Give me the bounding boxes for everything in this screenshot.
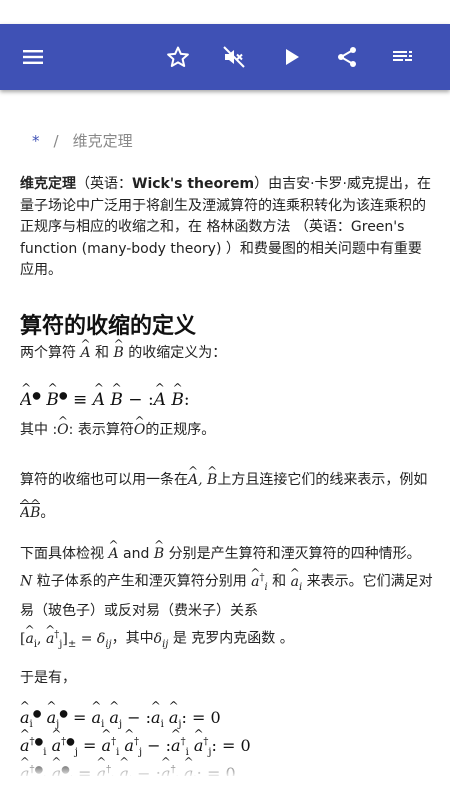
text-span: 其中 : bbox=[20, 422, 58, 438]
text-span: : 表示算符 bbox=[68, 422, 134, 438]
app-toolbar bbox=[0, 24, 450, 90]
playlist-icon[interactable] bbox=[381, 24, 425, 90]
text-span: 是 克罗内克函数 。 bbox=[172, 631, 294, 648]
text-span: 上方且连接它们的线来表示，例如 bbox=[217, 472, 428, 488]
text-span: 。 bbox=[40, 505, 55, 521]
definition-line: 两个算符 A 和 B 的收缩定义为： bbox=[20, 343, 435, 365]
text-span: 粒子体系的产生和湮灭算符分别用 bbox=[36, 573, 247, 590]
normal-order-line: 其中 :O: 表示算符O的正规序。 bbox=[20, 420, 435, 442]
hamburger-menu-icon[interactable] bbox=[11, 24, 55, 90]
breadcrumb-home-link[interactable]: * bbox=[32, 132, 40, 150]
intro-text-1: （英语： bbox=[76, 176, 132, 192]
english-term: Wick's theorem bbox=[132, 176, 255, 192]
text-span: ，其中 bbox=[111, 631, 154, 648]
text-span: 两个算符 bbox=[20, 345, 76, 361]
therefore-line: 于是有， bbox=[20, 670, 76, 686]
text-span: and bbox=[123, 546, 150, 562]
breadcrumb: * / 维克定理 bbox=[32, 130, 133, 151]
text-span: 的正规序。 bbox=[145, 422, 216, 438]
operators-paragraph: 下面具体检视 A and B 分别是产生算符和湮灭算符的四种情形。 N 粒子体系… bbox=[20, 542, 435, 657]
breadcrumb-current: 维克定理 bbox=[72, 132, 133, 150]
section-heading: 算符的收缩的定义 bbox=[20, 314, 197, 339]
play-icon[interactable] bbox=[269, 24, 313, 90]
text-span: 和 bbox=[272, 573, 287, 590]
status-bar bbox=[0, 0, 450, 24]
article-term: 维克定理 bbox=[20, 176, 76, 192]
star-icon[interactable] bbox=[156, 24, 200, 90]
text-span: 算符的收缩也可以用一条在 bbox=[20, 472, 188, 488]
article-content: * / 维克定理 维克定理（英语：Wick's theorem）由吉安·卡罗·威克提… bbox=[20, 90, 435, 776]
volume-off-icon[interactable] bbox=[212, 24, 256, 90]
text-span: 下面具体检视 bbox=[20, 546, 104, 562]
intro-paragraph: 维克定理（英语：Wick's theorem）由吉安·卡罗·威克提出，在量子场论… bbox=[20, 174, 435, 282]
contraction-formula: A● B● ≡ A B − :A B: bbox=[20, 390, 190, 410]
math-A: A bbox=[80, 345, 90, 361]
math-B: B bbox=[113, 345, 123, 361]
text-span: 分别是产生算符和湮灭算符的四种情形。 bbox=[168, 546, 421, 562]
text-span: 的收缩定义为： bbox=[128, 345, 227, 361]
share-icon[interactable] bbox=[325, 24, 369, 90]
scroll-fade bbox=[20, 756, 435, 776]
text-span: 和 bbox=[95, 345, 110, 361]
wick-equation-1: ai● aj● = ai aj − :ai aj: = 0 bbox=[20, 708, 221, 730]
contraction-line-paragraph: 算符的收缩也可以用一条在A, B上方且连接它们的线来表示，例如AB。 bbox=[20, 464, 435, 530]
breadcrumb-separator: / bbox=[53, 132, 59, 150]
